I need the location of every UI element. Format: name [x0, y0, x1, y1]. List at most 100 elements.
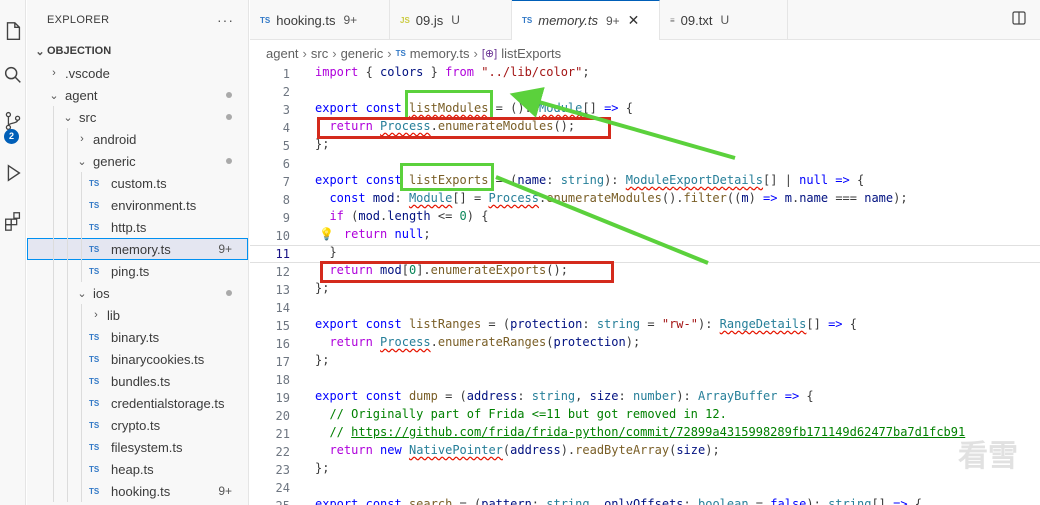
- explorer-sidebar: EXPLORER ··· ⌄ OBJECTION › .vscode ⌄ agent ⌄…: [27, 0, 249, 505]
- breadcrumb-symbol[interactable]: listExports: [501, 46, 561, 61]
- line-number: 25: [250, 499, 290, 505]
- indent-guide: [67, 414, 68, 436]
- tree-folder-agent[interactable]: ⌄ agent: [27, 84, 248, 106]
- tree-file-crypto-ts[interactable]: TS crypto.ts: [27, 414, 248, 436]
- tree-item-label: heap.ts: [111, 461, 154, 477]
- modified-dot: [226, 158, 232, 164]
- tab-label: hooking.ts: [276, 12, 336, 28]
- tree-file-custom-ts[interactable]: TS custom.ts: [27, 172, 248, 194]
- tree-item-label: environment.ts: [111, 197, 197, 213]
- split-editor-icon[interactable]: [1012, 11, 1026, 25]
- tree-item-label: android: [93, 131, 137, 147]
- tree-file-credentialstorage-ts[interactable]: TS credentialstorage.ts: [27, 392, 248, 414]
- indent-guide: [81, 348, 82, 370]
- code-line-8: const mod: Module[] = Process.enumerateM…: [329, 191, 908, 205]
- more-actions-icon[interactable]: ···: [217, 12, 234, 28]
- tab-status: U: [720, 13, 730, 27]
- code-line-11: }: [315, 245, 337, 259]
- tab-09-js[interactable]: JS 09.js U: [390, 0, 512, 40]
- breadcrumb-agent[interactable]: agent: [266, 46, 299, 61]
- typescript-file-icon: TS: [89, 178, 100, 188]
- modified-dot: [226, 92, 232, 98]
- indent-guide: [81, 194, 82, 216]
- highlight-box-listModules: [405, 90, 493, 120]
- activity-bar: 2: [0, 0, 26, 505]
- line-number: 14: [275, 301, 290, 315]
- tree-folder-lib[interactable]: › lib: [27, 304, 248, 326]
- chevron-right-icon: ›: [52, 67, 56, 79]
- line-number: 10: [275, 229, 290, 243]
- lightbulb-icon[interactable]: 💡: [319, 227, 334, 241]
- breadcrumb-generic[interactable]: generic: [341, 46, 384, 61]
- line-number: 6: [282, 157, 290, 171]
- indent-guide: [53, 436, 54, 458]
- indent-guide: [67, 216, 68, 238]
- typescript-file-icon: TS: [89, 244, 100, 254]
- code-line-9: if (mod.length <= 0) {: [329, 209, 489, 223]
- tree-folder-android[interactable]: › android: [27, 128, 248, 150]
- indent-guide: [53, 370, 54, 392]
- extensions-icon[interactable]: [2, 210, 24, 232]
- tree-file-environment-ts[interactable]: TS environment.ts: [27, 194, 248, 216]
- editor-line: 23: [250, 461, 1040, 479]
- breadcrumb-file[interactable]: memory.ts: [410, 46, 470, 61]
- line-number: 23: [275, 463, 290, 477]
- tab-status: 9+: [343, 13, 358, 27]
- tree-folder-ios[interactable]: ⌄ ios: [27, 282, 248, 304]
- code-line-22: return new NativePointer(address).readBy…: [329, 443, 720, 457]
- tree-file-hooking-ts[interactable]: TS hooking.ts 9+: [27, 480, 248, 502]
- workspace-root[interactable]: ⌄ OBJECTION: [27, 40, 248, 62]
- tree-file-ping-ts[interactable]: TS ping.ts: [27, 260, 248, 282]
- indent-guide: [67, 436, 68, 458]
- line-number: 4: [282, 121, 290, 135]
- chevron-right-icon: ›: [387, 45, 392, 61]
- chevron-right-icon: ›: [473, 45, 478, 61]
- tree-folder--vscode[interactable]: › .vscode: [27, 62, 248, 84]
- files-icon[interactable]: [2, 20, 24, 42]
- tree-file-filesystem-ts[interactable]: TS filesystem.ts: [27, 436, 248, 458]
- search-icon[interactable]: [2, 64, 24, 86]
- indent-guide: [81, 238, 82, 260]
- tree-file-memory-ts[interactable]: TS memory.ts 9+: [27, 238, 248, 260]
- tree-file-heap-ts[interactable]: TS heap.ts: [27, 458, 248, 480]
- tab-09-txt[interactable]: ≡ 09.txt U: [660, 0, 788, 40]
- tree-file-http-ts[interactable]: TS http.ts: [27, 216, 248, 238]
- modified-dot: [226, 114, 232, 120]
- indent-guide: [53, 414, 54, 436]
- line-number: 24: [275, 481, 290, 495]
- code-line-7: export const listExports = (name: string…: [315, 173, 865, 187]
- indent-guide: [81, 458, 82, 480]
- code-editor[interactable]: 1234567891011121314151617181920212223242…: [250, 65, 1040, 505]
- line-number: 11: [275, 247, 290, 261]
- tree-file-bundles-ts[interactable]: TS bundles.ts: [27, 370, 248, 392]
- chevron-down-icon: ⌄: [63, 111, 73, 124]
- tree-item-label: agent: [65, 87, 98, 103]
- file-type-icon: ≡: [670, 15, 675, 25]
- file-type-icon: TS: [260, 15, 271, 25]
- run-debug-icon[interactable]: [2, 162, 24, 184]
- indent-guide: [67, 370, 68, 392]
- tree-folder-generic[interactable]: ⌄ generic: [27, 150, 248, 172]
- line-number: 7: [282, 175, 290, 189]
- code-line-5: };: [315, 137, 330, 151]
- breadcrumb-src[interactable]: src: [311, 46, 328, 61]
- tab-hooking-ts[interactable]: TS hooking.ts 9+: [250, 0, 390, 40]
- line-number: 20: [275, 409, 290, 423]
- problem-count: 9+: [218, 484, 232, 498]
- indent-guide: [67, 326, 68, 348]
- chevron-right-icon: ›: [332, 45, 337, 61]
- indent-guide: [67, 260, 68, 282]
- highlight-box-listExports: [400, 163, 494, 191]
- editor-line: 5: [250, 137, 1040, 155]
- indent-guide: [67, 172, 68, 194]
- close-icon[interactable]: ✕: [628, 12, 640, 29]
- tree-item-label: .vscode: [65, 65, 110, 81]
- tree-file-binarycookies-ts[interactable]: TS binarycookies.ts: [27, 348, 248, 370]
- tab-label: 09.js: [415, 12, 444, 28]
- tab-memory-ts[interactable]: TS memory.ts 9+ ✕: [512, 0, 660, 40]
- problem-count: 9+: [218, 242, 232, 256]
- tree-folder-src[interactable]: ⌄ src: [27, 106, 248, 128]
- line-number: 2: [282, 85, 290, 99]
- code-line-25: export const search = (pattern: string, …: [315, 497, 923, 505]
- tree-file-binary-ts[interactable]: TS binary.ts: [27, 326, 248, 348]
